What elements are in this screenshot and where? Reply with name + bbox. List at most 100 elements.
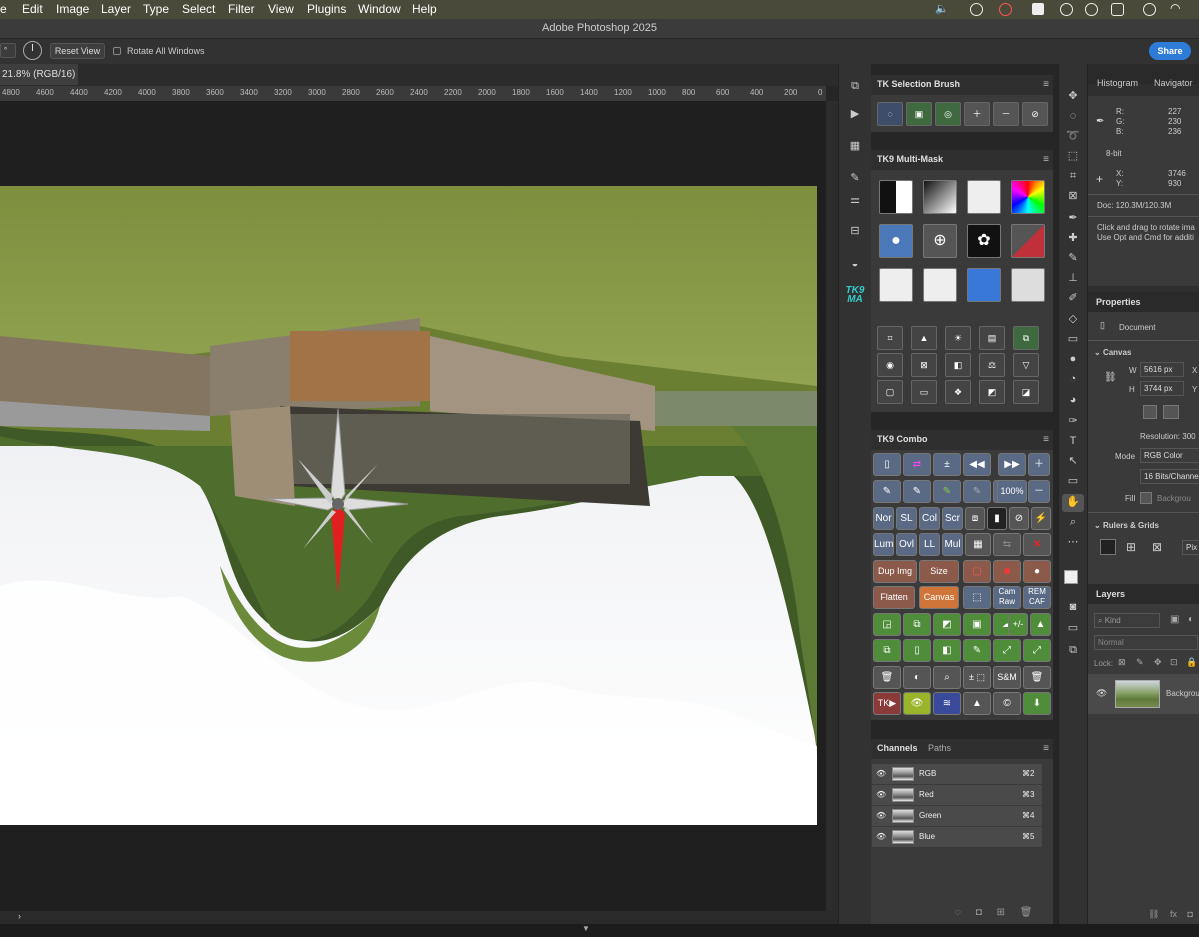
mask-color-button[interactable]	[1011, 180, 1045, 214]
menu-window[interactable]: Window	[358, 2, 401, 16]
sel-dotted-circle-button[interactable]: ◌	[877, 102, 903, 126]
blend-mode-select[interactable]: Normal	[1094, 635, 1198, 650]
combo-rewind-button[interactable]: ◀◀	[963, 453, 991, 476]
combo-download-button[interactable]: ⬇	[1023, 692, 1051, 715]
combo-green3-button[interactable]: ◩	[933, 613, 961, 636]
lasso-tool-icon[interactable]: ➰	[1066, 130, 1080, 143]
adj-half-button[interactable]: ◧	[945, 353, 971, 377]
combo-remcaf-button[interactable]: REM CAF	[1023, 586, 1051, 609]
ruler-toggle-icon[interactable]	[1100, 539, 1116, 555]
mask-flower-button[interactable]: ✿	[967, 224, 1001, 258]
rotation-dial-icon[interactable]	[23, 41, 42, 60]
adj-layers-button[interactable]: ⧉	[1013, 326, 1039, 350]
combo-phone-button[interactable]: ▮	[987, 507, 1007, 530]
combo-blend-scr-button[interactable]: Scr	[942, 507, 963, 530]
stamp-tool-icon[interactable]: ⊥	[1066, 272, 1080, 285]
sel-clear-button[interactable]: ⊘	[1022, 102, 1048, 126]
layer-eye-icon[interactable]: 👁	[1096, 688, 1107, 699]
height-field[interactable]: 3744 px	[1140, 381, 1184, 396]
mask-vignette-button[interactable]	[879, 268, 913, 302]
combo-plusminus-button[interactable]: +/-	[1008, 613, 1028, 636]
sel-feather-button[interactable]: ◎	[935, 102, 961, 126]
layer-row-background[interactable]: 👁 Backgrou	[1088, 674, 1199, 714]
adj-curve2-button[interactable]: ◪	[1013, 380, 1039, 404]
combo-toggle-button[interactable]: ◐	[903, 666, 931, 689]
combo-green4-button[interactable]: ▣	[963, 613, 991, 636]
combo-trash2-button[interactable]: 🗑	[1023, 666, 1051, 689]
delete-channel-icon[interactable]: 🗑	[1020, 907, 1033, 918]
combo-brush3-button[interactable]: ✎	[933, 480, 961, 503]
combo-blend-lum-button[interactable]: Lum	[873, 533, 894, 556]
rotation-angle-field[interactable]: °	[0, 43, 16, 58]
eye-icon[interactable]: 👁	[876, 769, 886, 778]
mask-target-button[interactable]: ⊕	[923, 224, 957, 258]
combo-layers-stack-button[interactable]: ≋	[933, 692, 961, 715]
crop-tool-icon[interactable]: ⌗	[1066, 170, 1080, 183]
save-mask-icon[interactable]: ◘	[976, 907, 982, 918]
adj-camera-button[interactable]: ◉	[877, 353, 903, 377]
wifi-icon[interactable]: ◠	[1170, 1, 1180, 15]
combo-delete-x-button[interactable]: ✕	[1023, 533, 1051, 556]
channel-row-blue[interactable]: 👁 Blue ⌘5	[872, 827, 1042, 848]
combo-blend-col-button[interactable]: Col	[919, 507, 940, 530]
frame-tool-icon[interactable]: ⊠	[1066, 190, 1080, 203]
panel-menu-icon[interactable]: ≡	[1043, 434, 1049, 445]
combo-size-button[interactable]: Size	[919, 560, 959, 583]
clock-icon[interactable]	[970, 3, 983, 16]
mask-bw-button[interactable]	[879, 180, 913, 214]
pen-tool-icon[interactable]: ✑	[1066, 415, 1080, 428]
glyph-icon[interactable]: ◒	[848, 258, 862, 270]
mask-gradient-button[interactable]	[923, 180, 957, 214]
combo-brush4-button[interactable]: ✎	[963, 480, 991, 503]
mask-list-button[interactable]	[967, 268, 1001, 302]
actions-play-icon[interactable]: ▶	[848, 108, 862, 120]
adj-balance-button[interactable]: ⚖	[979, 353, 1005, 377]
link-icon[interactable]: ⛓	[1104, 372, 1117, 383]
tab-histogram[interactable]: Histogram	[1097, 78, 1138, 88]
healing-tool-icon[interactable]: ✚	[1066, 232, 1080, 245]
dodge-tool-icon[interactable]: ◔	[1066, 373, 1080, 386]
channel-row-rgb[interactable]: 👁 RGB ⌘2	[872, 764, 1042, 785]
combo-brush1-button[interactable]: ✎	[873, 480, 901, 503]
adj-curves-button[interactable]: ⌗	[877, 326, 903, 350]
tab-paths[interactable]: Paths	[928, 743, 951, 753]
landscape-icon[interactable]	[1163, 405, 1179, 419]
menu-edit-partial[interactable]: e	[0, 2, 7, 16]
record-icon[interactable]	[999, 3, 1012, 16]
lock-all-icon[interactable]: 🔒	[1186, 657, 1197, 668]
combo-minus-button[interactable]: －	[1028, 480, 1050, 503]
combo-drop-button[interactable]: ●	[1023, 560, 1051, 583]
mask-overlap-button[interactable]	[967, 180, 1001, 214]
type-tool-icon[interactable]: T	[1066, 435, 1080, 448]
adj-triangle-button[interactable]: ▽	[1013, 353, 1039, 377]
combo-green1-button[interactable]: ◲	[873, 613, 901, 636]
combo-dup-img-button[interactable]: Dup Img	[873, 560, 917, 583]
combo-blend-mul-button[interactable]: Mul	[942, 533, 963, 556]
battery-icon[interactable]	[1111, 3, 1124, 16]
combo-blend-ll-button[interactable]: LL	[919, 533, 940, 556]
adj-brightness-button[interactable]: ☀	[945, 326, 971, 350]
combo-blend-nor-button[interactable]: Nor	[873, 507, 894, 530]
rulers-section-label[interactable]: ⌄ Rulers & Grids	[1094, 521, 1159, 530]
combo-brush2-button[interactable]: ✎	[903, 480, 931, 503]
adj-levels-button[interactable]: ▲	[911, 326, 937, 350]
document-image[interactable]	[0, 186, 817, 825]
document-tab[interactable]: 21.8% (RGB/16)	[0, 64, 78, 85]
combo-square-outline-button[interactable]: ▢	[963, 560, 991, 583]
menu-type[interactable]: Type	[143, 2, 169, 16]
mode-select[interactable]: RGB Color	[1140, 448, 1199, 463]
eye-icon[interactable]: 👁	[876, 811, 886, 820]
lock-transparent-icon[interactable]: ⊠	[1118, 657, 1126, 668]
adj-diagonal-button[interactable]: ◩	[979, 380, 1005, 404]
load-selection-icon[interactable]: ◌	[955, 907, 961, 918]
combo-doc-button[interactable]: ▯	[903, 639, 931, 662]
combo-canvas-button[interactable]: Canvas	[919, 586, 959, 609]
panel-menu-icon[interactable]: ≡	[1043, 743, 1049, 754]
combo-trash-button[interactable]: 🗑	[873, 666, 901, 689]
dock-arrow-icon[interactable]: ▼	[582, 924, 590, 933]
combo-camraw-button[interactable]: Cam Raw	[993, 586, 1021, 609]
combo-zoom-button[interactable]: 100%	[997, 480, 1027, 503]
combo-stamp-button[interactable]: ▲	[1030, 613, 1051, 636]
lock-artboard-icon[interactable]: ⊡	[1170, 657, 1178, 668]
layer-filter-kind[interactable]: ⌕ Kind	[1094, 613, 1160, 628]
